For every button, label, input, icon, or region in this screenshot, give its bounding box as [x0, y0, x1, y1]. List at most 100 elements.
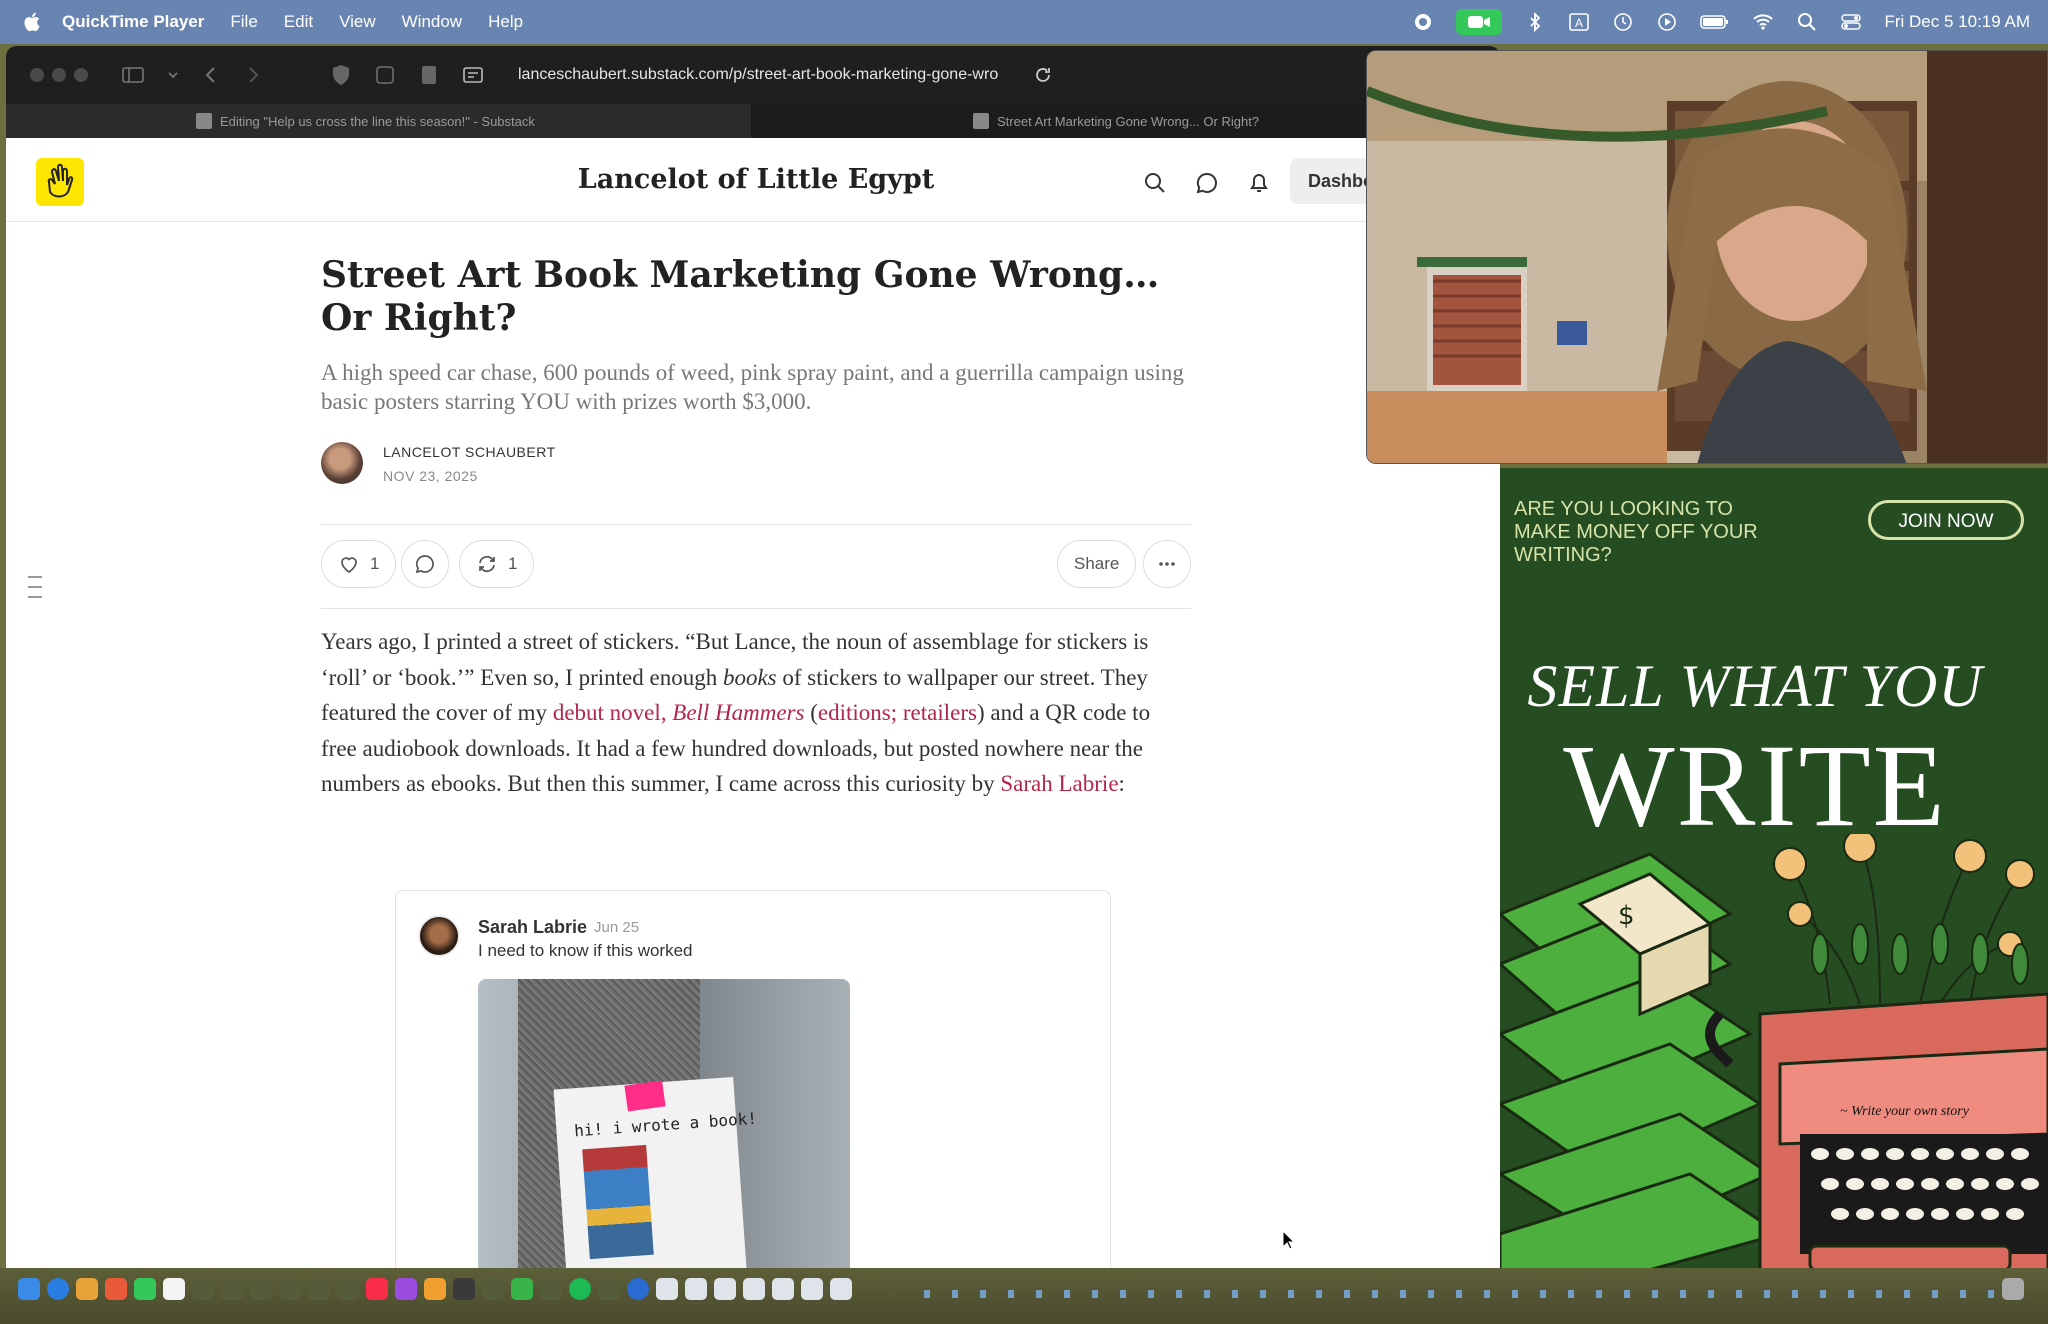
settings-icon[interactable] [453, 1278, 475, 1300]
reader-icon[interactable] [416, 62, 442, 88]
author-avatar[interactable] [321, 442, 363, 484]
zoom-window-button[interactable] [74, 68, 88, 82]
article-title: Street Art Book Marketing Gone Wrong… Or… [321, 254, 1160, 339]
like-button[interactable]: 1 [321, 540, 397, 588]
publication-title[interactable]: Lancelot of Little Egypt [6, 164, 1500, 195]
app-icon[interactable] [337, 1278, 359, 1300]
photos-icon[interactable] [105, 1278, 127, 1300]
text-run: : [1118, 771, 1125, 797]
app-icon[interactable] [279, 1278, 301, 1300]
embed-text: I need to know if this worked [478, 941, 693, 960]
editions-link[interactable]: editions; retailers [818, 700, 977, 725]
podcasts-icon[interactable] [395, 1278, 417, 1300]
chat-icon[interactable] [1194, 170, 1220, 196]
outline-toggle-icon[interactable] [28, 570, 44, 610]
close-window-button[interactable] [30, 68, 44, 82]
bluetooth-icon[interactable] [1524, 11, 1546, 33]
embed-photo[interactable]: hi! i wrote a book! [478, 979, 850, 1268]
launchpad-icon[interactable] [76, 1278, 98, 1300]
menu-help[interactable]: Help [488, 12, 523, 32]
music-icon[interactable] [366, 1278, 388, 1300]
trash-icon[interactable] [2002, 1278, 2024, 1300]
sarah-labrie-link[interactable]: Sarah Labrie [1000, 771, 1118, 796]
comment-button[interactable] [401, 540, 449, 588]
sidebar-toggle-icon[interactable] [120, 62, 146, 88]
book-cover-image [582, 1144, 654, 1260]
browser-window: lanceschaubert.substack.com/p/street-art… [6, 46, 1500, 1268]
chevron-down-icon[interactable] [160, 62, 186, 88]
post-actions: 1 1 Share [321, 540, 1191, 592]
app-menu[interactable]: QuickTime Player [62, 12, 204, 32]
notifications-bell-icon[interactable] [1246, 170, 1272, 196]
reload-icon[interactable] [1030, 62, 1056, 88]
dock-minimized-windows[interactable] [924, 1290, 1994, 1298]
restack-icon [479, 556, 495, 572]
more-horizontal-icon [1159, 562, 1175, 566]
battery-icon[interactable] [1700, 11, 1730, 33]
debut-novel-link[interactable]: debut novel, Bell Hammers [553, 700, 805, 725]
time-machine-icon[interactable] [1612, 11, 1634, 33]
facetime-video-icon[interactable] [1456, 9, 1503, 35]
calendar-icon[interactable] [163, 1278, 185, 1300]
embedded-note[interactable]: Sarah Labrie Jun 25 I need to know if th… [395, 890, 1111, 1268]
facetime-video-overlay[interactable] [1366, 50, 2048, 464]
apple-menu-icon[interactable] [22, 11, 44, 33]
numbers-icon[interactable] [511, 1278, 533, 1300]
document-icon[interactable] [743, 1278, 765, 1300]
app-icon[interactable] [598, 1278, 620, 1300]
app-icon[interactable] [308, 1278, 330, 1300]
comment-icon [415, 555, 434, 574]
restack-button[interactable]: 1 [459, 540, 535, 588]
advertisement-panel[interactable]: ARE YOU LOOKING TO MAKE MONEY OFF YOUR W… [1500, 468, 2048, 1278]
document-icon[interactable] [830, 1278, 852, 1300]
screen-record-icon[interactable] [1412, 11, 1434, 33]
document-icon[interactable] [801, 1278, 823, 1300]
safari-icon[interactable] [47, 1278, 69, 1300]
menu-view[interactable]: View [339, 12, 376, 32]
messages-icon[interactable] [134, 1278, 156, 1300]
app-icon[interactable] [192, 1278, 214, 1300]
site-header: Lancelot of Little Egypt Dashbo [6, 138, 1500, 222]
privacy-shield-icon[interactable] [328, 62, 354, 88]
menu-window[interactable]: Window [402, 12, 462, 32]
now-playing-icon[interactable] [1656, 11, 1678, 33]
spotlight-search-icon[interactable] [1796, 11, 1818, 33]
document-icon[interactable] [685, 1278, 707, 1300]
input-source-icon[interactable]: A [1568, 11, 1590, 33]
menubar-clock[interactable]: Fri Dec 5 10:19 AM [1884, 12, 2030, 32]
restack-count: 1 [508, 554, 518, 573]
app-icon[interactable] [540, 1278, 562, 1300]
back-icon[interactable] [198, 62, 224, 88]
author-name[interactable]: LANCELOT SCHAUBERT [383, 444, 556, 460]
extension-icon[interactable] [372, 62, 398, 88]
join-now-button[interactable]: JOIN NOW [1868, 500, 2024, 540]
mouse-cursor-icon [1282, 1230, 1296, 1250]
search-icon[interactable] [1142, 170, 1168, 196]
menu-file[interactable]: File [230, 12, 257, 32]
tab-editing[interactable]: Editing "Help us cross the line this sea… [6, 104, 751, 138]
control-center-icon[interactable] [1840, 11, 1862, 33]
document-icon[interactable] [772, 1278, 794, 1300]
byline: LANCELOT SCHAUBERT NOV 23, 2025 [321, 438, 1191, 486]
embed-avatar[interactable] [418, 915, 460, 957]
minimize-window-button[interactable] [52, 68, 66, 82]
like-count: 1 [370, 554, 380, 573]
forward-icon[interactable] [240, 62, 266, 88]
spotify-icon[interactable] [569, 1278, 591, 1300]
document-icon[interactable] [656, 1278, 678, 1300]
app-icon[interactable] [221, 1278, 243, 1300]
more-options-button[interactable] [1143, 540, 1191, 588]
pages-icon[interactable] [424, 1278, 446, 1300]
menu-edit[interactable]: Edit [284, 12, 313, 32]
embed-author-name[interactable]: Sarah Labrie [478, 917, 587, 938]
finder-icon[interactable] [18, 1278, 40, 1300]
share-button[interactable]: Share [1057, 540, 1137, 588]
address-bar[interactable]: lanceschaubert.substack.com/p/street-art… [464, 60, 1064, 90]
wifi-icon[interactable] [1752, 11, 1774, 33]
app-icon[interactable] [250, 1278, 272, 1300]
document-icon[interactable] [714, 1278, 736, 1300]
browser-icon[interactable] [627, 1278, 649, 1300]
share-label: Share [1074, 554, 1120, 573]
app-icon[interactable] [482, 1278, 504, 1300]
svg-text:A: A [1575, 16, 1583, 30]
